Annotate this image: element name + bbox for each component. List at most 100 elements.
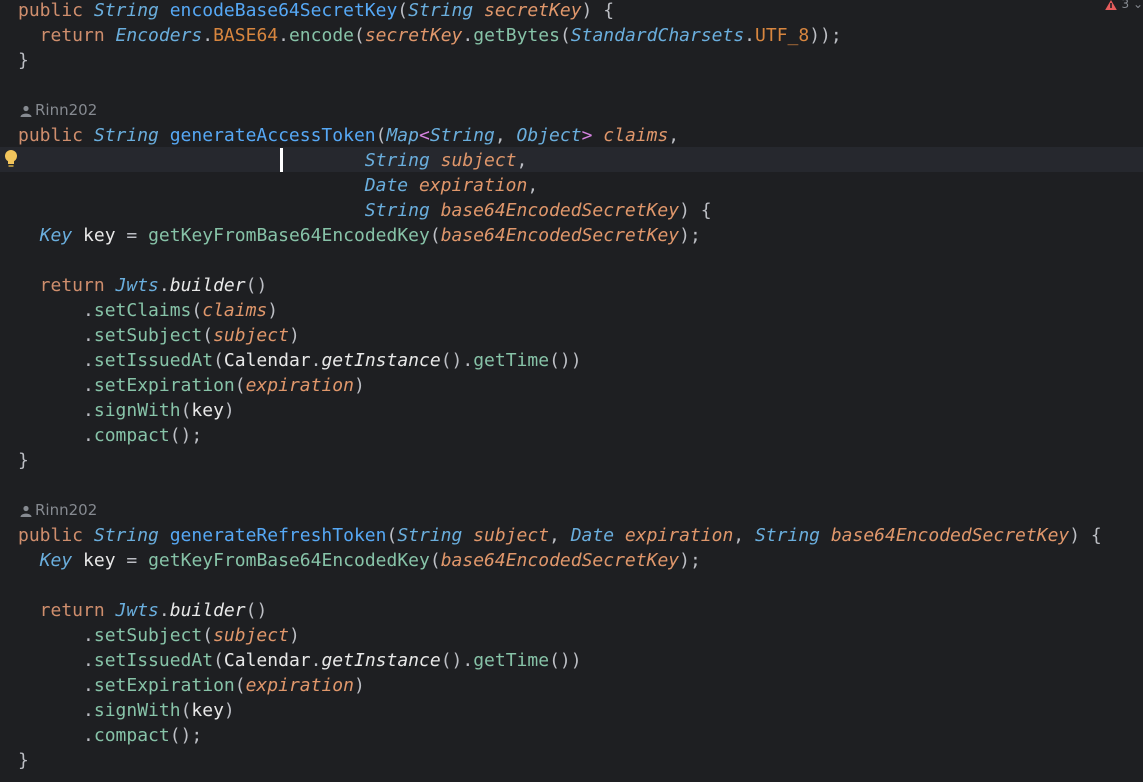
code-line[interactable]: } [18,448,29,473]
code-token: = [126,550,149,571]
code-line[interactable]: Key key = getKeyFromBase64EncodedKey(bas… [18,223,701,248]
code-token: . [18,700,94,721]
code-token: UTF_8 [755,25,810,46]
code-token: (); [169,425,203,446]
code-token: setExpiration [93,375,235,396]
code-token: String [429,125,495,146]
code-token: . [310,350,322,371]
code-token: BASE64 [213,25,279,46]
code-token: setSubject [93,625,203,646]
code-line[interactable]: } [18,48,29,73]
code-line[interactable]: } [18,748,29,773]
code-token: base64EncodedSecretKey [830,525,1070,546]
code-token: builder [169,600,246,621]
code-token: } [18,450,29,471]
code-token: claims [603,125,669,146]
code-line[interactable]: return Encoders.BASE64.encode(secretKey.… [18,23,842,48]
inspection-count: 3 [1121,0,1130,10]
code-token: = [126,225,149,246]
code-token: ( [375,125,387,146]
code-token: ( [429,550,441,571]
code-line[interactable]: .compact(); [18,723,202,748]
code-token: base64EncodedSecretKey [440,200,680,221]
code-token: public [18,525,94,546]
lightbulb-icon[interactable] [4,149,18,169]
code-token: key [83,225,127,246]
code-token: > [581,125,604,146]
code-token: Object [516,125,582,146]
code-token: , [494,125,517,146]
code-token: . [18,425,94,446]
warning-icon [1104,0,1117,10]
code-token: ()) [549,350,582,371]
code-token: String [93,125,170,146]
inspection-widget[interactable]: 3 ⌄ [1104,0,1143,10]
code-token: public [18,0,94,21]
code-line[interactable]: public String generateAccessToken(Map<St… [18,123,679,148]
code-token: . [202,25,214,46]
code-token: ( [202,325,214,346]
code-line[interactable]: return Jwts.builder() [18,273,268,298]
code-token: expiration [624,525,734,546]
code-line[interactable]: .signWith(key) [18,698,235,723]
code-token: . [18,625,94,646]
code-line[interactable]: .setExpiration(expiration) [18,673,365,698]
code-token: getInstance [321,350,441,371]
code-token: (). [440,650,474,671]
code-editor[interactable]: 3 ⌄ Rinn202 Rinn202 public String encode… [0,0,1143,782]
code-line[interactable]: Date expiration, [18,173,538,198]
code-line[interactable]: .setIssuedAt(Calendar.getInstance().getT… [18,648,582,673]
code-token: ) [353,675,365,696]
code-token: ( [354,25,365,46]
code-author-hint[interactable]: Rinn202 [20,100,97,120]
code-line[interactable]: public String generateRefreshToken(Strin… [18,523,1102,548]
code-author-hint[interactable]: Rinn202 [20,500,97,520]
code-token: base64EncodedSecretKey [440,225,680,246]
code-token: ) [288,325,300,346]
code-token: String [93,525,170,546]
code-line[interactable]: .setSubject(subject) [18,623,300,648]
code-token: setSubject [93,325,203,346]
code-line[interactable]: .setIssuedAt(Calendar.getInstance().getT… [18,348,582,373]
code-token: Map [386,125,419,146]
code-token: ) [353,375,365,396]
code-token: . [310,650,322,671]
code-line[interactable]: .signWith(key) [18,398,235,423]
code-token: ( [213,350,224,371]
code-line[interactable]: .setExpiration(expiration) [18,373,365,398]
code-token: ) { [1069,525,1102,546]
code-token: )); [809,25,842,46]
code-line[interactable]: .compact(); [18,423,202,448]
code-token: setClaims [93,300,192,321]
code-token: expiration [245,375,354,396]
code-token: subject [213,625,289,646]
code-token: Date [364,175,419,196]
code-token: Calendar [223,350,311,371]
code-token: ( [213,650,224,671]
code-token: ) { [581,0,615,21]
code-token: ); [679,550,701,571]
code-token: . [744,25,756,46]
code-line[interactable]: String base64EncodedSecretKey) { [18,198,712,223]
code-token: generateAccessToken [169,125,376,146]
code-line[interactable]: .setClaims(claims) [18,298,278,323]
code-token: builder [169,275,246,296]
code-token: ) [223,400,235,421]
person-icon [20,505,32,517]
code-token: Key [39,225,84,246]
code-token: getTime [473,350,550,371]
code-token: return [18,275,116,296]
code-token: < [418,125,430,146]
code-line[interactable]: String subject, [18,148,528,173]
code-line[interactable]: public String encodeBase64SecretKey(Stri… [18,0,614,23]
code-line[interactable]: .setSubject(subject) [18,323,300,348]
code-token: signWith [93,700,181,721]
code-token: String [408,0,484,21]
code-line[interactable]: return Jwts.builder() [18,598,268,623]
code-line[interactable]: Key key = getKeyFromBase64EncodedKey(bas… [18,548,701,573]
code-token: claims [202,300,268,321]
code-token: generateRefreshToken [169,525,387,546]
author-name: Rinn202 [35,501,98,519]
